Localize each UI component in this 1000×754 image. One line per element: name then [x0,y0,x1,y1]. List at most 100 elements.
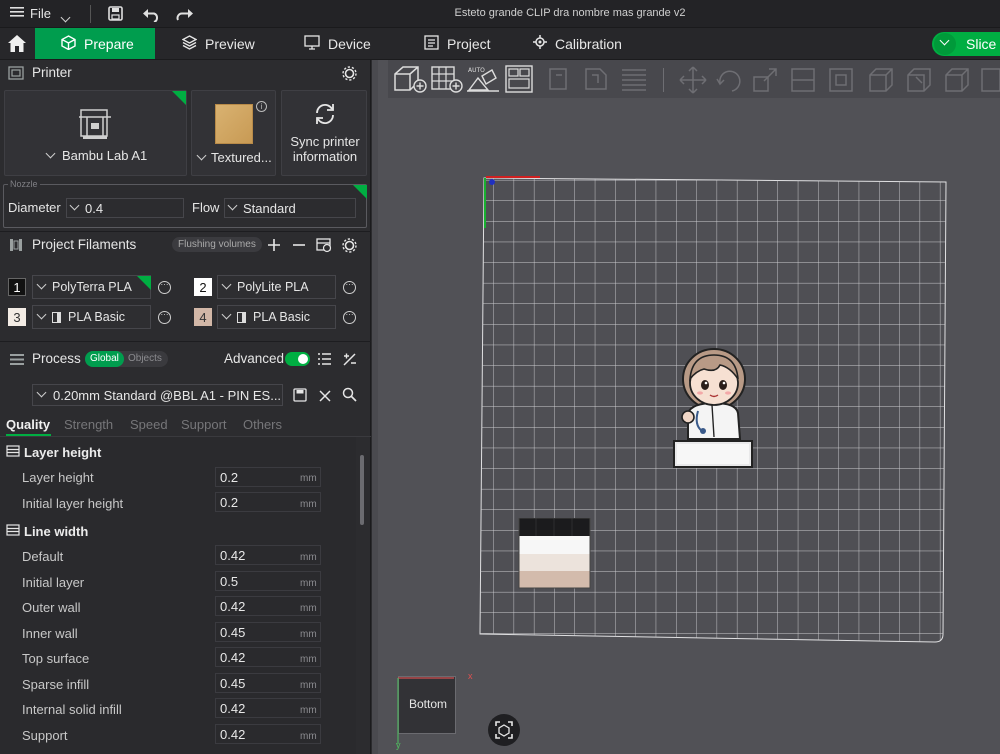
arrange-icon[interactable] [504,64,534,99]
process-icon [9,353,25,371]
sync-ams-icon[interactable] [316,237,332,258]
rotate-icon[interactable] [714,65,744,100]
axis-x-label: x [468,671,473,681]
chevron-down-icon [36,309,47,320]
figure-model[interactable] [672,345,754,469]
more-options-icon[interactable]: ··· [343,311,356,324]
gear-icon[interactable] [342,66,357,86]
printer-icon [8,66,24,85]
line-width-internal-solid-infill-unit: mm [300,705,317,716]
more-options-icon[interactable]: ··· [343,281,356,294]
subtab-others[interactable]: Others [243,417,282,432]
process-section-title: Process [32,351,81,366]
variable-layer-icon[interactable] [620,66,648,97]
slice-button[interactable]: Slice p [932,32,1000,56]
process-preset-select[interactable]: 0.20mm Standard @BBL A1 - PIN ES... [32,384,283,406]
auto-orient-icon[interactable]: AUTO [466,64,500,99]
modified-indicator [353,185,367,199]
tab-preview[interactable]: Preview [181,28,255,59]
setting-label-inner-wall: Inner wall [22,626,78,641]
filament-select-1[interactable]: PolyTerra PLA [32,275,151,299]
filament-number-3: 3 [8,308,26,326]
flow-select[interactable]: Standard [224,198,356,218]
scrollbar[interactable] [360,455,364,525]
more-options-icon[interactable]: ··· [158,281,171,294]
objects-toggle-option[interactable]: Objects [128,353,162,364]
printer-name: Bambu Lab A1 [45,148,147,163]
bambu-brand-icon [237,311,246,323]
diameter-select[interactable]: 0.4 [66,198,184,218]
filament-select-3[interactable]: PLA Basic [32,305,151,329]
compare-presets-icon[interactable] [342,352,357,372]
line-width-top-surface-value: 0.42 [220,650,246,665]
sync-label-line1: Sync printer [290,134,360,149]
subtab-support[interactable]: Support [181,417,227,432]
left-settings-panel: Printer Bambu Lab A1 i Textured... Sync … [0,60,371,754]
support-paint-icon[interactable] [866,65,896,100]
layer-height-value: 0.2 [220,470,239,485]
text-tool-icon[interactable] [980,65,1000,100]
info-icon[interactable]: i [256,101,267,112]
line-width-default-value: 0.42 [220,548,246,563]
home-icon[interactable] [7,34,27,58]
save-preset-icon[interactable] [293,388,307,407]
mesh-boolean-icon[interactable] [826,65,856,100]
tab-project[interactable]: Project [424,28,491,59]
tab-device[interactable]: Device [304,28,371,59]
remove-filament-icon[interactable] [292,238,306,257]
list-view-icon[interactable] [317,352,332,371]
more-options-icon[interactable]: ··· [158,311,171,324]
filament-name: PolyLite PLA [237,280,309,294]
add-object-icon[interactable] [392,64,428,99]
sync-label-line2: information [292,149,358,164]
flushing-volumes-button[interactable]: Flushing volumes [172,237,262,252]
tab-label: Project [447,35,491,52]
tab-calibration[interactable]: Calibration [533,28,622,59]
layer-height-group-title: Layer height [6,445,101,460]
subtab-speed[interactable]: Speed [130,417,168,432]
split-icon[interactable] [582,65,610,98]
filament-select-4[interactable]: PLA Basic [217,305,336,329]
modified-indicator [137,276,151,290]
object-toolbar: AUTO [388,60,1000,98]
device-icon [304,34,320,53]
filament-select-2[interactable]: PolyLite PLA [217,275,336,299]
filament-name: PLA Basic [253,310,310,324]
search-icon[interactable] [342,387,357,407]
setting-label-outer-wall: Outer wall [22,600,81,615]
line-width-outer-wall-value: 0.42 [220,599,246,614]
tab-prepare[interactable]: Prepare [35,28,155,59]
line-width-sparse-infill-value: 0.45 [220,676,246,691]
setting-label-support: Support [22,728,68,743]
group-title-text: Layer height [24,445,102,460]
title-bar: File Esteto grande CLIP dra nombre mas g… [0,0,1000,28]
line-width-outer-wall-unit: mm [300,603,317,614]
subtab-quality[interactable]: Quality [6,417,50,432]
chevron-down-icon [221,309,232,320]
advanced-toggle[interactable] [285,352,310,366]
fit-view-button[interactable] [488,714,520,746]
color-paint-icon[interactable] [942,65,972,100]
lay-on-face-icon[interactable] [546,65,574,98]
seam-paint-icon[interactable] [904,65,934,100]
line-width-internal-solid-infill-value: 0.42 [220,701,246,716]
add-plate-icon[interactable] [430,64,464,99]
close-icon[interactable] [319,389,331,407]
setting-label-internal-solid-infill: Internal solid infill [22,702,122,717]
gear-icon[interactable] [342,238,357,258]
plate-select-card[interactable]: i Textured... [191,90,276,176]
global-toggle-option[interactable]: Global [85,351,124,367]
line-width-support-unit: mm [300,731,317,742]
move-icon[interactable] [678,65,708,100]
textured-plate-icon [215,104,253,144]
scale-icon[interactable] [750,65,780,100]
printer-model-icon [77,107,113,146]
add-filament-icon[interactable] [267,238,281,257]
chevron-down-icon [36,387,47,398]
cut-icon[interactable] [788,65,818,100]
sync-printer-button[interactable]: Sync printer information [281,90,367,176]
subtab-strength[interactable]: Strength [64,417,113,432]
line-width-inner-wall-value: 0.45 [220,625,246,640]
color-sample-model[interactable] [518,518,592,590]
printer-select-card[interactable]: Bambu Lab A1 [4,90,187,176]
